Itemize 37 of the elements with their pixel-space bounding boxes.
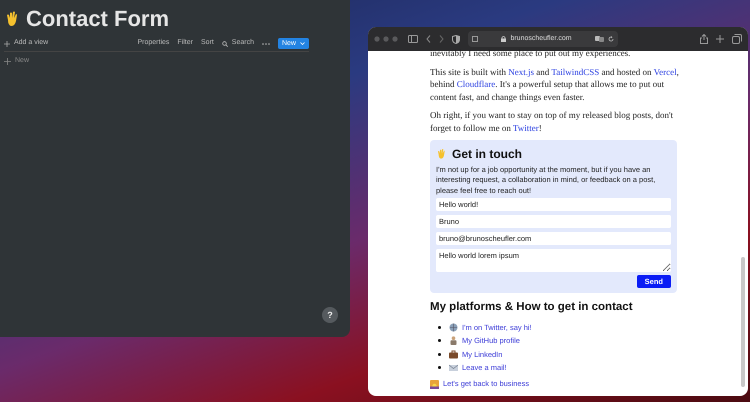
text-link[interactable]: Twitter	[512, 122, 539, 132]
paragraph: Oh right, if you want to stay on top of my released blog posts, don't forget to follow me on Twitter!	[430, 109, 674, 134]
text-link[interactable]: Next.js	[508, 66, 534, 76]
paragraph: This site is built with Next.js and TailwindCSS and hosted on Vercel, behind Cloudflare. It's a powerful setup that allows me to put out content fast, and change things even faster.	[430, 66, 680, 103]
globe-icon	[449, 322, 458, 332]
search-icon	[222, 40, 228, 46]
caret-icon	[300, 42, 305, 45]
share-icon[interactable]	[700, 34, 708, 44]
section-heading: My platforms & How to get in contact	[430, 300, 634, 316]
bullet-dot	[438, 339, 441, 342]
scrollbar[interactable]	[741, 257, 745, 387]
text-link[interactable]: Vercel	[654, 66, 677, 76]
sunset-icon	[430, 380, 439, 389]
envelope-icon	[449, 363, 458, 372]
figure-icon	[449, 336, 458, 346]
briefcase-icon	[449, 350, 458, 359]
text-link[interactable]: TailwindCSS	[551, 66, 600, 76]
bullet-dot	[438, 352, 441, 356]
help-button[interactable]: ?	[322, 307, 338, 323]
plus-icon[interactable]	[716, 35, 724, 43]
bullet-dot	[438, 326, 441, 329]
text-link[interactable]: Cloudflare	[456, 79, 496, 89]
reload-icon[interactable]	[608, 36, 614, 42]
card-title: Get in touch	[452, 146, 522, 163]
forward-icon[interactable]	[439, 35, 444, 43]
back-icon[interactable]	[426, 35, 431, 43]
tabs-icon[interactable]	[732, 34, 742, 44]
sidebar-icon[interactable]	[408, 35, 418, 43]
page-icon	[472, 36, 478, 42]
lock-icon	[501, 36, 506, 42]
paragraph: inevitably I need some place to put out my experiences.	[430, 47, 632, 60]
shield-icon[interactable]	[452, 34, 460, 44]
translate-icon[interactable]	[595, 36, 604, 42]
plus-icon	[4, 40, 10, 46]
bullet-dot	[438, 366, 441, 370]
page-title: Contact Form	[26, 6, 169, 32]
plus-icon	[4, 58, 11, 65]
